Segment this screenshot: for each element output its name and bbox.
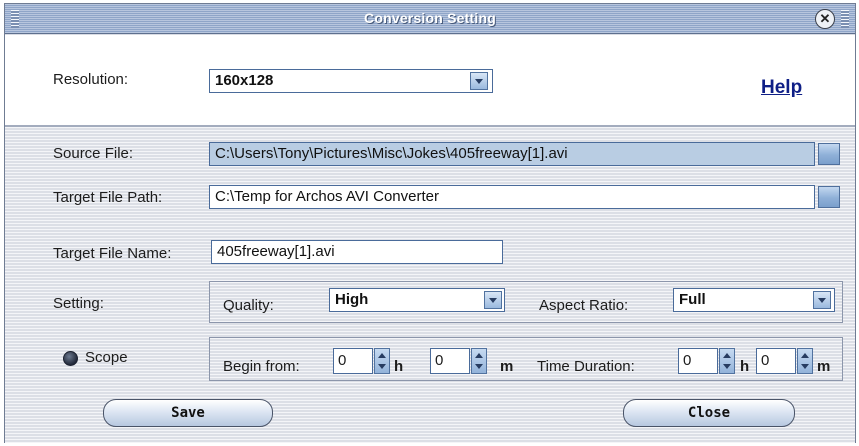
conversion-setting-window: Conversion Setting ✕ Resolution: 160x128… [4, 3, 856, 443]
time-duration-label: Time Duration: [537, 358, 635, 375]
target-name-field[interactable]: 405freeway[1].avi [211, 240, 503, 264]
scope-label: Scope [85, 349, 128, 366]
window-title: Conversion Setting [364, 10, 496, 26]
source-file-browse-button[interactable] [818, 143, 840, 165]
scope-radio[interactable] [63, 351, 78, 366]
quality-value: High [335, 291, 369, 308]
close-button[interactable]: Close [623, 399, 795, 427]
aspect-ratio-select[interactable]: Full [673, 288, 835, 312]
save-button[interactable]: Save [103, 399, 273, 427]
target-path-field[interactable]: C:\Temp for Archos AVI Converter [209, 185, 815, 209]
begin-hours-spinner[interactable] [374, 348, 390, 374]
help-link[interactable]: Help [761, 77, 802, 99]
target-name-label: Target File Name: [53, 245, 172, 262]
duration-hours-input[interactable]: 0 [678, 348, 718, 374]
duration-hours-unit: h [740, 358, 750, 375]
target-path-browse-button[interactable] [818, 186, 840, 208]
quality-dropdown-icon[interactable] [484, 291, 502, 309]
resolution-area: Resolution: 160x128 [5, 35, 855, 125]
source-file-field[interactable]: C:\Users\Tony\Pictures\Misc\Jokes\405fre… [209, 142, 815, 166]
resolution-select[interactable]: 160x128 [209, 69, 493, 93]
aspect-ratio-label: Aspect Ratio: [539, 297, 629, 314]
duration-minutes-input[interactable]: 0 [756, 348, 796, 374]
begin-from-label: Begin from: [223, 358, 300, 375]
quality-label: Quality: [223, 297, 274, 314]
resolution-label: Resolution: [53, 71, 129, 88]
duration-minutes-unit: m [817, 358, 831, 375]
begin-minutes-unit: m [500, 358, 514, 375]
duration-minutes-spinner[interactable] [797, 348, 813, 374]
aspect-ratio-value: Full [679, 291, 706, 308]
resolution-dropdown-icon[interactable] [470, 72, 488, 90]
begin-minutes-input[interactable]: 0 [430, 348, 470, 374]
close-window-icon[interactable]: ✕ [815, 9, 835, 29]
begin-minutes-spinner[interactable] [471, 348, 487, 374]
aspect-ratio-dropdown-icon[interactable] [813, 291, 831, 309]
source-file-label: Source File: [53, 145, 134, 162]
title-bar[interactable]: Conversion Setting ✕ [5, 4, 855, 34]
duration-hours-spinner[interactable] [719, 348, 735, 374]
begin-hours-unit: h [394, 358, 404, 375]
target-path-label: Target File Path: [53, 189, 163, 206]
quality-select[interactable]: High [329, 288, 505, 312]
begin-hours-input[interactable]: 0 [333, 348, 373, 374]
resolution-value: 160x128 [215, 72, 274, 89]
setting-label: Setting: [53, 295, 104, 312]
